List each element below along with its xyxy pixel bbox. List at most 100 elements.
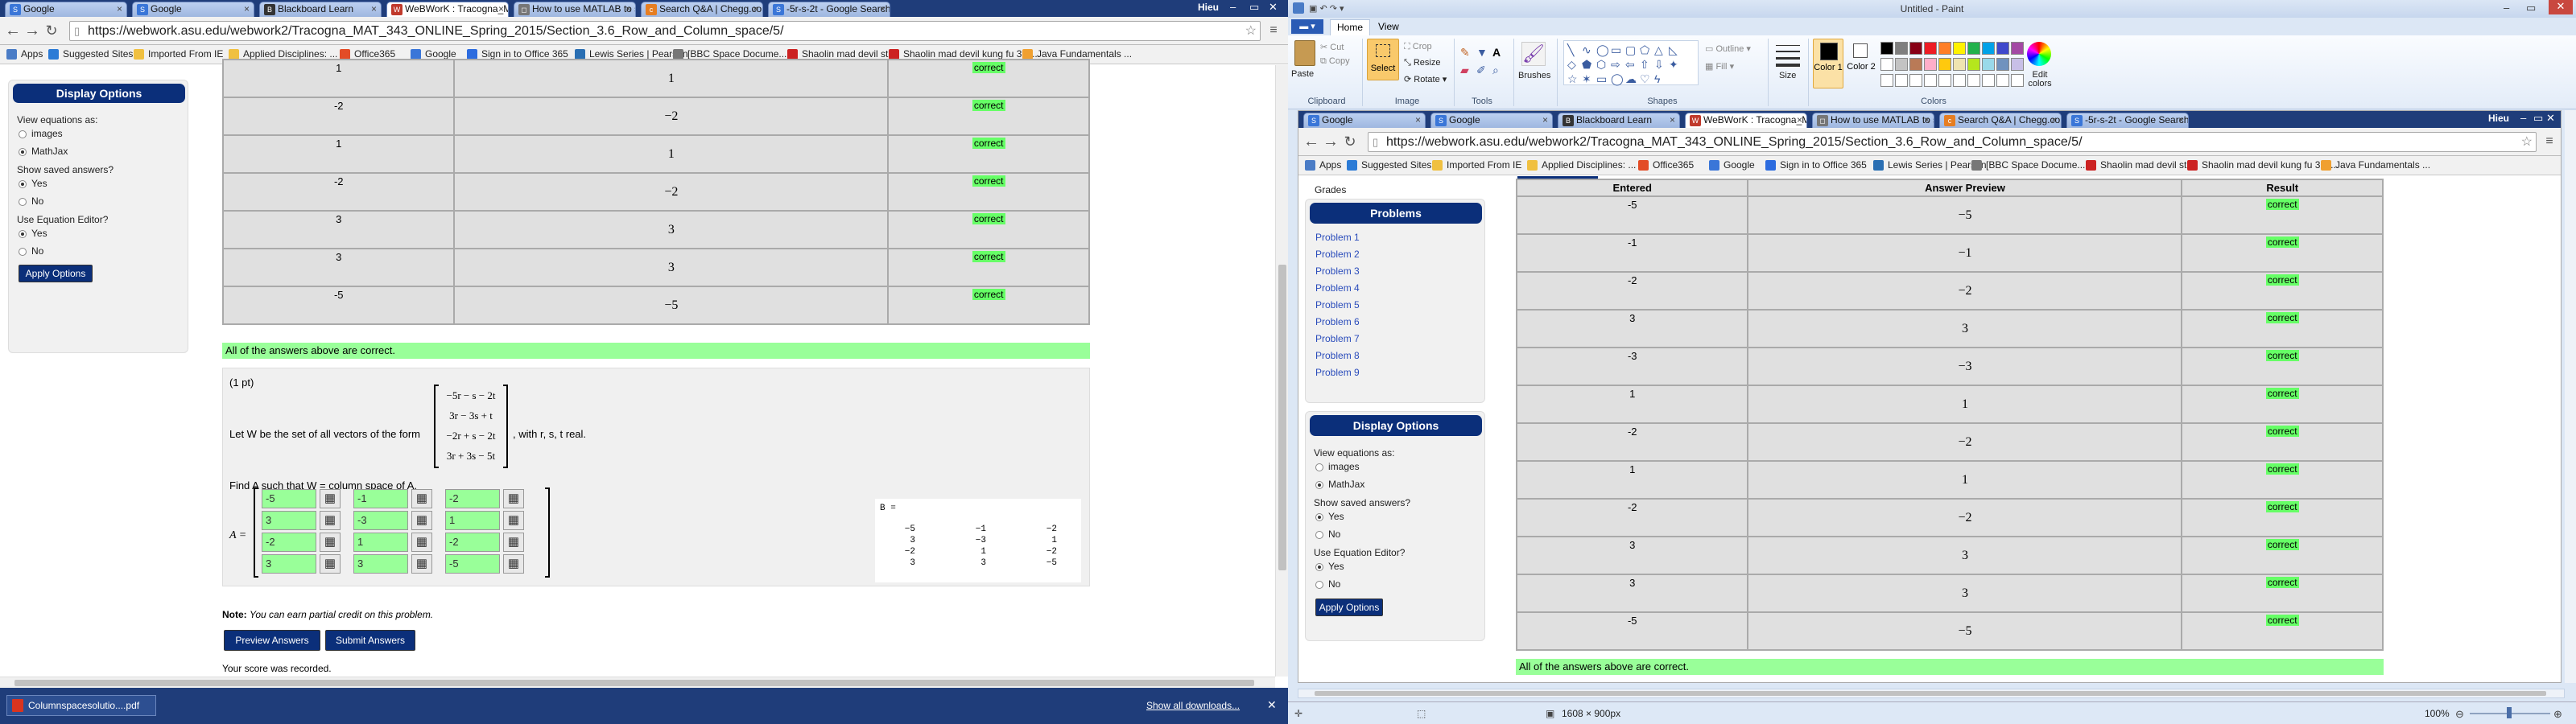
custom-color-swatch[interactable] [1895, 74, 1908, 87]
browser-tab[interactable]: c Search Q&A | Chegg.com × [641, 2, 763, 17]
bookmark-item[interactable]: Applied Disciplines: ... [229, 48, 337, 60]
matrix-entry-input[interactable]: 3 [353, 554, 408, 574]
palette-swatch[interactable] [1967, 42, 1980, 55]
matrix-entry-input[interactable]: -5 [445, 554, 500, 574]
callout-oval-shape-icon[interactable]: ◯ [1611, 73, 1624, 84]
custom-color-swatch[interactable] [1880, 74, 1893, 87]
menu-icon[interactable]: ≡ [1265, 23, 1282, 39]
rectangle-shape-icon[interactable]: ▭ [1611, 44, 1621, 56]
equation-editor-icon[interactable]: ▦ [320, 511, 341, 530]
custom-color-swatch[interactable] [1982, 74, 1995, 87]
matrix-entry-input[interactable]: -3 [353, 511, 408, 530]
paint-v-scrollbar[interactable] [2565, 110, 2576, 683]
palette-swatch[interactable] [1909, 58, 1922, 71]
rounded-rect-shape-icon[interactable]: ▢ [1625, 44, 1636, 56]
tab-close-icon[interactable]: × [753, 2, 758, 16]
tab-close-icon[interactable]: × [244, 2, 250, 16]
size-icon[interactable] [1776, 42, 1800, 67]
equation-editor-icon[interactable]: ▦ [320, 533, 341, 552]
palette-swatch[interactable] [1996, 58, 2009, 71]
cut-button[interactable]: ✂ Cut [1320, 42, 1344, 52]
custom-color-swatch[interactable] [1909, 74, 1922, 87]
equation-editor-icon[interactable]: ▦ [503, 511, 524, 530]
zoom-slider-thumb[interactable] [2507, 707, 2512, 718]
bookmark-item[interactable]: Apps [6, 48, 43, 60]
horizontal-scrollbar[interactable] [0, 677, 1275, 688]
paint-h-thumb[interactable] [1315, 691, 2546, 696]
scroll-thumb[interactable] [1278, 265, 1286, 570]
brushes-icon[interactable]: 🖌 [1521, 42, 1546, 66]
palette-swatch[interactable] [1938, 42, 1951, 55]
matrix-entry-input[interactable]: -5 [262, 489, 316, 508]
fill-icon[interactable]: ▼ [1476, 47, 1488, 58]
palette-swatch[interactable] [1996, 42, 2009, 55]
tab-close-icon[interactable]: × [880, 2, 886, 16]
equation-editor-icon[interactable]: ▦ [503, 489, 524, 508]
palette-swatch[interactable] [1938, 58, 1951, 71]
palette-swatch[interactable] [1895, 58, 1908, 71]
heart-shape-icon[interactable]: ♡ [1640, 73, 1650, 84]
eraser-icon[interactable]: ▰ [1460, 64, 1469, 76]
matrix-entry-input[interactable]: 1 [353, 533, 408, 552]
browser-tab[interactable]: S Google × [5, 2, 127, 17]
rotate-button[interactable]: ⟳ Rotate ▾ [1404, 74, 1447, 84]
paint-file-menu[interactable]: ▬ ▾ [1291, 19, 1323, 34]
maximize-icon[interactable]: ▭ [1249, 1, 1259, 14]
fill-button[interactable]: ▦ Fill ▾ [1705, 61, 1734, 72]
close-icon[interactable]: ✕ [1269, 1, 1278, 14]
copy-button[interactable]: ⧉ Copy [1320, 56, 1350, 67]
browser-tab[interactable]: W WeBWorK : Tracogna_MA × [386, 2, 509, 17]
polygon-shape-icon[interactable]: ⬠ [1640, 44, 1649, 56]
custom-color-swatch[interactable] [1996, 74, 2009, 87]
callout-cloud-shape-icon[interactable]: ☁ [1625, 73, 1637, 84]
tab-view[interactable]: View [1378, 21, 1399, 32]
matrix-entry-input[interactable]: -2 [445, 489, 500, 508]
paint-canvas[interactable]: S Google × S Google × B Blackboard Learn × W WeBWo… [1298, 110, 2562, 683]
tab-home[interactable]: Home [1330, 19, 1370, 35]
text-icon[interactable]: A [1492, 47, 1501, 58]
down-arrow-shape-icon[interactable]: ⇩ [1654, 59, 1664, 70]
callout-rect-shape-icon[interactable]: ▭ [1596, 73, 1607, 84]
up-arrow-shape-icon[interactable]: ⇧ [1640, 59, 1649, 70]
vertical-scrollbar[interactable] [1275, 65, 1288, 677]
paint-h-scrollbar[interactable] [1298, 689, 2565, 698]
color1-button[interactable]: Color 1 [1813, 39, 1843, 88]
close-downloads-icon[interactable]: ✕ [1267, 698, 1277, 712]
matrix-entry-input[interactable]: 1 [445, 511, 500, 530]
star4-shape-icon[interactable]: ✦ [1669, 59, 1678, 70]
outline-button[interactable]: ▭ Outline ▾ [1705, 43, 1751, 54]
address-bar[interactable]: ▯ https://webwork.asu.edu/webwork2/Traco… [69, 21, 1261, 41]
equation-editor-icon[interactable]: ▦ [411, 511, 432, 530]
tab-close-icon[interactable]: × [625, 2, 631, 16]
back-icon[interactable]: ← [5, 23, 21, 39]
matrix-entry-input[interactable]: -2 [262, 533, 316, 552]
palette-swatch[interactable] [1967, 58, 1980, 71]
tab-close-icon[interactable]: × [371, 2, 377, 16]
paint-minimize-icon[interactable]: – [2504, 2, 2509, 14]
color2-button[interactable]: Color 2 [1847, 39, 1876, 88]
matrix-entry-input[interactable]: 3 [262, 511, 316, 530]
equation-editor-icon[interactable]: ▦ [411, 533, 432, 552]
hexagon-shape-icon[interactable]: ⬡ [1596, 59, 1606, 70]
reload-icon[interactable]: ↻ [43, 23, 60, 39]
custom-color-swatch[interactable] [2011, 74, 2024, 87]
bookmark-item[interactable]: Shaolin mad devil st... [787, 48, 896, 60]
show-all-downloads-link[interactable]: Show all downloads... [1146, 700, 1240, 711]
paint-close-icon[interactable]: ✕ [2549, 0, 2573, 14]
shapes-gallery[interactable]: ╲ ∿ ◯ ▭ ▢ ⬠ △ ◺ ◇ ⬟ ⬡ ⇨ ⇦ ⇧ ⇩ ✦ ☆ ✶ ▭ ◯ … [1563, 40, 1699, 85]
bookmark-item[interactable]: Java Fundamentals ... [1022, 48, 1132, 60]
bookmark-star-icon[interactable]: ☆ [1245, 22, 1257, 40]
browser-tab[interactable]: B Blackboard Learn × [259, 2, 382, 17]
pentagon-shape-icon[interactable]: ⬟ [1582, 59, 1591, 70]
tab-close-icon[interactable]: × [117, 2, 122, 16]
paste-icon[interactable] [1294, 40, 1315, 66]
curve-shape-icon[interactable]: ∿ [1582, 44, 1591, 56]
palette-swatch[interactable] [1924, 58, 1937, 71]
palette-swatch[interactable] [1924, 42, 1937, 55]
equation-editor-icon[interactable]: ▦ [503, 554, 524, 574]
paint-maximize-icon[interactable]: ▭ [2526, 2, 2536, 14]
browser-tab[interactable]: ◻ How to use MATLAB to s × [514, 2, 636, 17]
radio-editor-yes[interactable] [19, 230, 27, 238]
palette-swatch[interactable] [1880, 58, 1893, 71]
browser-tab[interactable]: S -5r-s-2t - Google Search × [768, 2, 890, 17]
